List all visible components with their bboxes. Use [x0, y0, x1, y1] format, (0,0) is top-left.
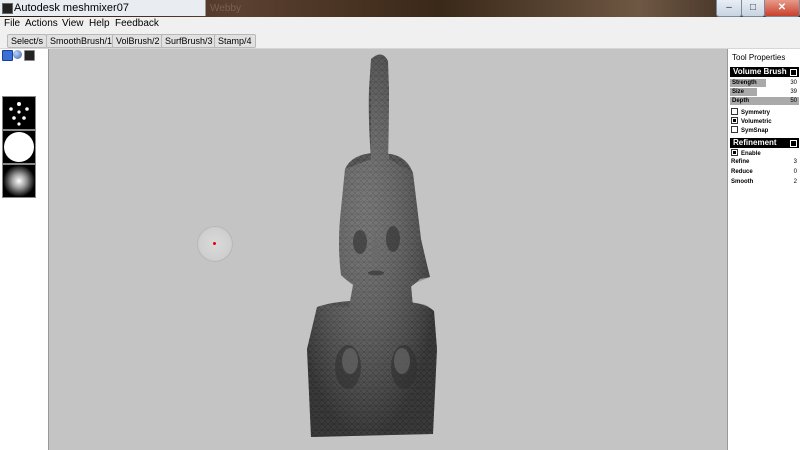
enable-box[interactable]	[731, 149, 738, 156]
menu-file[interactable]: File	[4, 18, 20, 29]
refinement-header[interactable]: Refinement	[730, 138, 799, 148]
reduce-label: Reduce	[731, 169, 753, 175]
tool-properties-title: Tool Properties	[732, 53, 786, 62]
brush-tab-icon[interactable]	[2, 50, 13, 61]
volume-brush-label: Volume Brush	[733, 67, 787, 76]
collapse-icon[interactable]	[790, 140, 797, 147]
tool-bar: Select/s SmoothBrush/1 VolBrush/2 SurfBr…	[0, 32, 800, 49]
soft-falloff-icon	[3, 165, 35, 197]
left-panel-tabs	[0, 49, 48, 61]
smooth-label: Smooth	[731, 179, 754, 185]
reduce-row[interactable]: Reduce 0	[731, 168, 799, 176]
depth-slider[interactable]: Depth 50	[730, 97, 799, 105]
size-value: 39	[790, 89, 797, 95]
depth-label: Depth	[732, 98, 749, 104]
strength-label: Strength	[732, 80, 757, 86]
smooth-row[interactable]: Smooth 2	[731, 178, 799, 186]
menu-bar: File Actions View Help Feedback	[0, 17, 800, 32]
smooth-value: 2	[793, 179, 797, 185]
soft-falloff-swatch[interactable]	[2, 164, 36, 198]
brush-center-dot	[213, 242, 216, 245]
title-bar: Autodesk meshmixer07 Webby – □ ✕	[0, 0, 800, 17]
refine-value: 3	[793, 159, 797, 165]
window-title: Autodesk meshmixer07	[14, 2, 129, 14]
minimize-button[interactable]: –	[716, 0, 742, 17]
refine-label: Refine	[731, 159, 750, 165]
app-icon	[2, 3, 13, 14]
cube-tab-icon[interactable]	[24, 50, 35, 61]
symsnap-box[interactable]	[731, 126, 738, 133]
3d-viewport[interactable]	[49, 49, 727, 450]
select-tool-button[interactable]: Select/s	[7, 34, 48, 48]
mesh-model[interactable]	[49, 49, 727, 450]
refinement-label: Refinement	[733, 138, 777, 147]
symsnap-checkbox[interactable]: SymSnap	[731, 126, 768, 135]
symmetry-label: Symmetry	[741, 110, 771, 116]
title-area: Autodesk meshmixer07	[0, 0, 206, 16]
reduce-value: 0	[793, 169, 797, 175]
left-panel	[0, 49, 49, 450]
collapse-icon[interactable]	[790, 69, 797, 76]
brush-cursor	[197, 226, 233, 262]
menu-help[interactable]: Help	[89, 18, 110, 29]
tool-properties-panel: Tool Properties Volume Brush Strength 30…	[727, 49, 800, 450]
sphere-tab-icon[interactable]	[13, 50, 22, 59]
symsnap-label: SymSnap	[741, 128, 769, 134]
mesh-mouth	[368, 270, 384, 276]
menu-actions[interactable]: Actions	[25, 18, 58, 29]
volbrush-tool-button[interactable]: VolBrush/2	[112, 34, 164, 48]
dots-stamp-swatch[interactable]	[2, 96, 36, 130]
close-button[interactable]: ✕	[764, 0, 800, 17]
solid-circle-swatch[interactable]	[2, 130, 36, 164]
size-label: Size	[732, 89, 745, 95]
volumetric-box[interactable]	[731, 117, 738, 124]
menu-view[interactable]: View	[62, 18, 84, 29]
solid-circle-icon	[4, 132, 34, 162]
enable-label: Enable	[741, 151, 761, 157]
strength-slider[interactable]: Strength 30	[730, 79, 799, 87]
maximize-button[interactable]: □	[741, 0, 765, 17]
enable-checkbox[interactable]: Enable	[731, 149, 761, 158]
size-slider[interactable]: Size 39	[730, 88, 799, 96]
menu-feedback[interactable]: Feedback	[115, 18, 159, 29]
background-window-text: Webby	[210, 3, 241, 14]
volumetric-checkbox[interactable]: Volumetric	[731, 117, 772, 126]
volumetric-label: Volumetric	[741, 119, 772, 125]
symmetry-checkbox[interactable]: Symmetry	[731, 108, 770, 117]
mesh-right-eye	[386, 226, 400, 252]
smoothbrush-tool-button[interactable]: SmoothBrush/1	[46, 34, 117, 48]
dots-pattern-icon	[9, 102, 29, 126]
refine-row[interactable]: Refine 3	[731, 158, 799, 166]
surfbrush-tool-button[interactable]: SurfBrush/3	[161, 34, 217, 48]
mesh-left-eye	[353, 230, 367, 254]
volume-brush-header[interactable]: Volume Brush	[730, 67, 799, 77]
strength-value: 30	[790, 80, 797, 86]
symmetry-box[interactable]	[731, 108, 738, 115]
stamp-tool-button[interactable]: Stamp/4	[214, 34, 256, 48]
depth-value: 50	[790, 98, 797, 104]
